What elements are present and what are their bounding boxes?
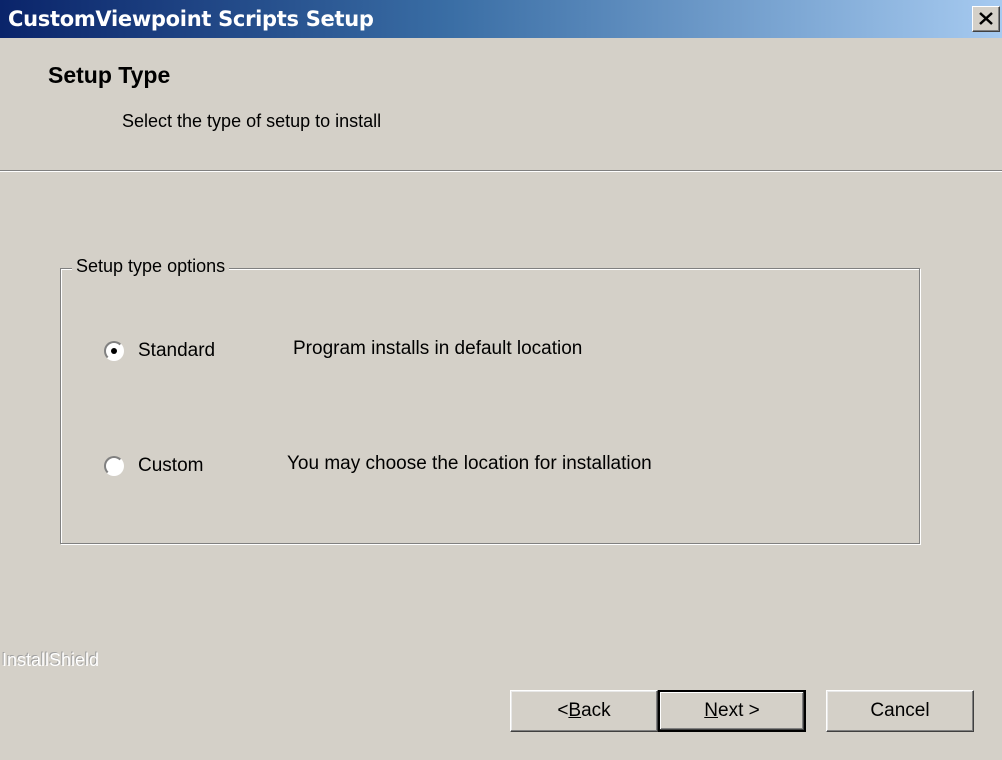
radio-selected-dot (111, 348, 117, 354)
custom-label[interactable]: Custom (138, 455, 203, 477)
standard-radio[interactable] (104, 341, 124, 361)
custom-option[interactable]: Custom (104, 455, 203, 477)
standard-option[interactable]: Standard (104, 340, 215, 362)
back-button[interactable]: < Back (510, 690, 658, 732)
close-icon (979, 12, 993, 25)
standard-label[interactable]: Standard (138, 340, 215, 362)
back-label-rest: ack (581, 700, 611, 721)
header-panel: Setup Type Select the type of setup to i… (0, 38, 1002, 170)
setup-type-groupbox (60, 268, 920, 544)
custom-description: You may choose the location for installa… (287, 453, 652, 474)
back-label-prefix: < (557, 700, 569, 721)
cancel-button[interactable]: Cancel (826, 690, 974, 732)
title-bar[interactable]: CustomViewpoint Scripts Setup (0, 0, 1002, 38)
page-subtitle: Select the type of setup to install (122, 111, 382, 131)
window-title: CustomViewpoint Scripts Setup (8, 7, 374, 31)
page-title: Setup Type (48, 62, 171, 88)
cancel-label: Cancel (870, 700, 930, 721)
next-button[interactable]: Next > (658, 690, 806, 732)
next-label-rest: ext > (718, 700, 760, 721)
close-button[interactable] (972, 6, 1000, 32)
standard-description: Program installs in default location (293, 338, 583, 359)
header-separator (0, 170, 1002, 172)
groupbox-label: Setup type options (72, 256, 230, 277)
custom-radio[interactable] (104, 456, 124, 476)
back-label-mnemonic: B (568, 700, 582, 721)
next-label-mnemonic: N (704, 700, 718, 721)
installshield-watermark: InstallShield (2, 650, 100, 670)
